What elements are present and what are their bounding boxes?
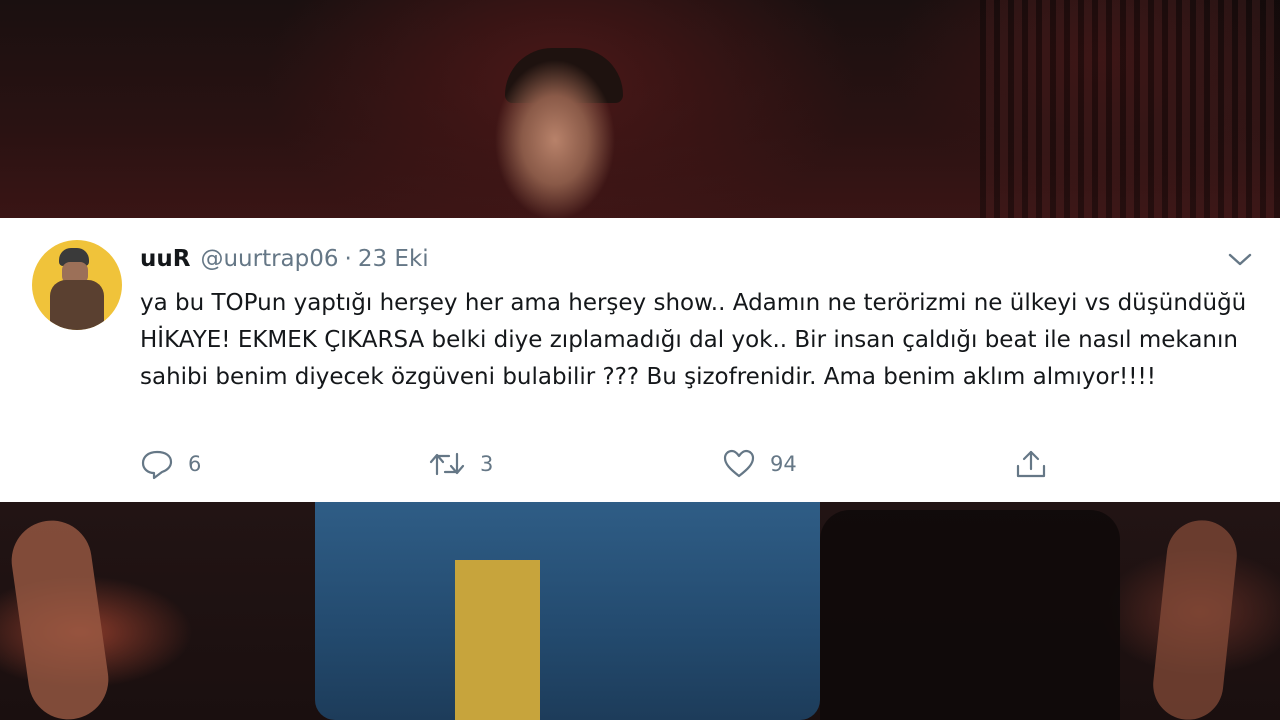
background-stage-bars <box>980 0 1280 218</box>
reply-icon <box>140 448 174 480</box>
user-handle[interactable]: @uurtrap06 <box>200 246 338 272</box>
tweet-text: ya bu TOPun yaptığı herşey her ama herşe… <box>140 290 1247 390</box>
avatar[interactable] <box>32 240 122 330</box>
reply-count: 6 <box>188 452 202 476</box>
background-crowd-figure <box>820 510 1120 720</box>
share-icon <box>1014 448 1048 480</box>
retweet-count: 3 <box>480 452 494 476</box>
retweet-icon <box>428 448 466 480</box>
share-button[interactable] <box>1014 446 1048 482</box>
reply-button[interactable]: 6 <box>140 446 201 482</box>
background-person-head <box>495 55 625 220</box>
avatar-body <box>50 280 104 330</box>
heart-icon <box>722 448 756 480</box>
background-person-jacket <box>315 502 820 720</box>
background-person-shirt <box>455 560 540 720</box>
tweet-actions: 6 3 94 <box>140 446 1140 482</box>
retweet-button[interactable]: 3 <box>428 446 493 482</box>
like-button[interactable]: 94 <box>722 446 797 482</box>
header-separator: · <box>344 246 352 272</box>
like-count: 94 <box>770 452 797 476</box>
chevron-down-icon[interactable] <box>1226 248 1254 270</box>
display-name[interactable]: uuR <box>140 246 190 272</box>
tweet-card: uuR @uurtrap06 · 23 Eki ya bu TOPun yapt… <box>0 218 1280 502</box>
tweet-header: uuR @uurtrap06 · 23 Eki <box>140 244 429 274</box>
tweet-date[interactable]: 23 Eki <box>358 246 429 272</box>
